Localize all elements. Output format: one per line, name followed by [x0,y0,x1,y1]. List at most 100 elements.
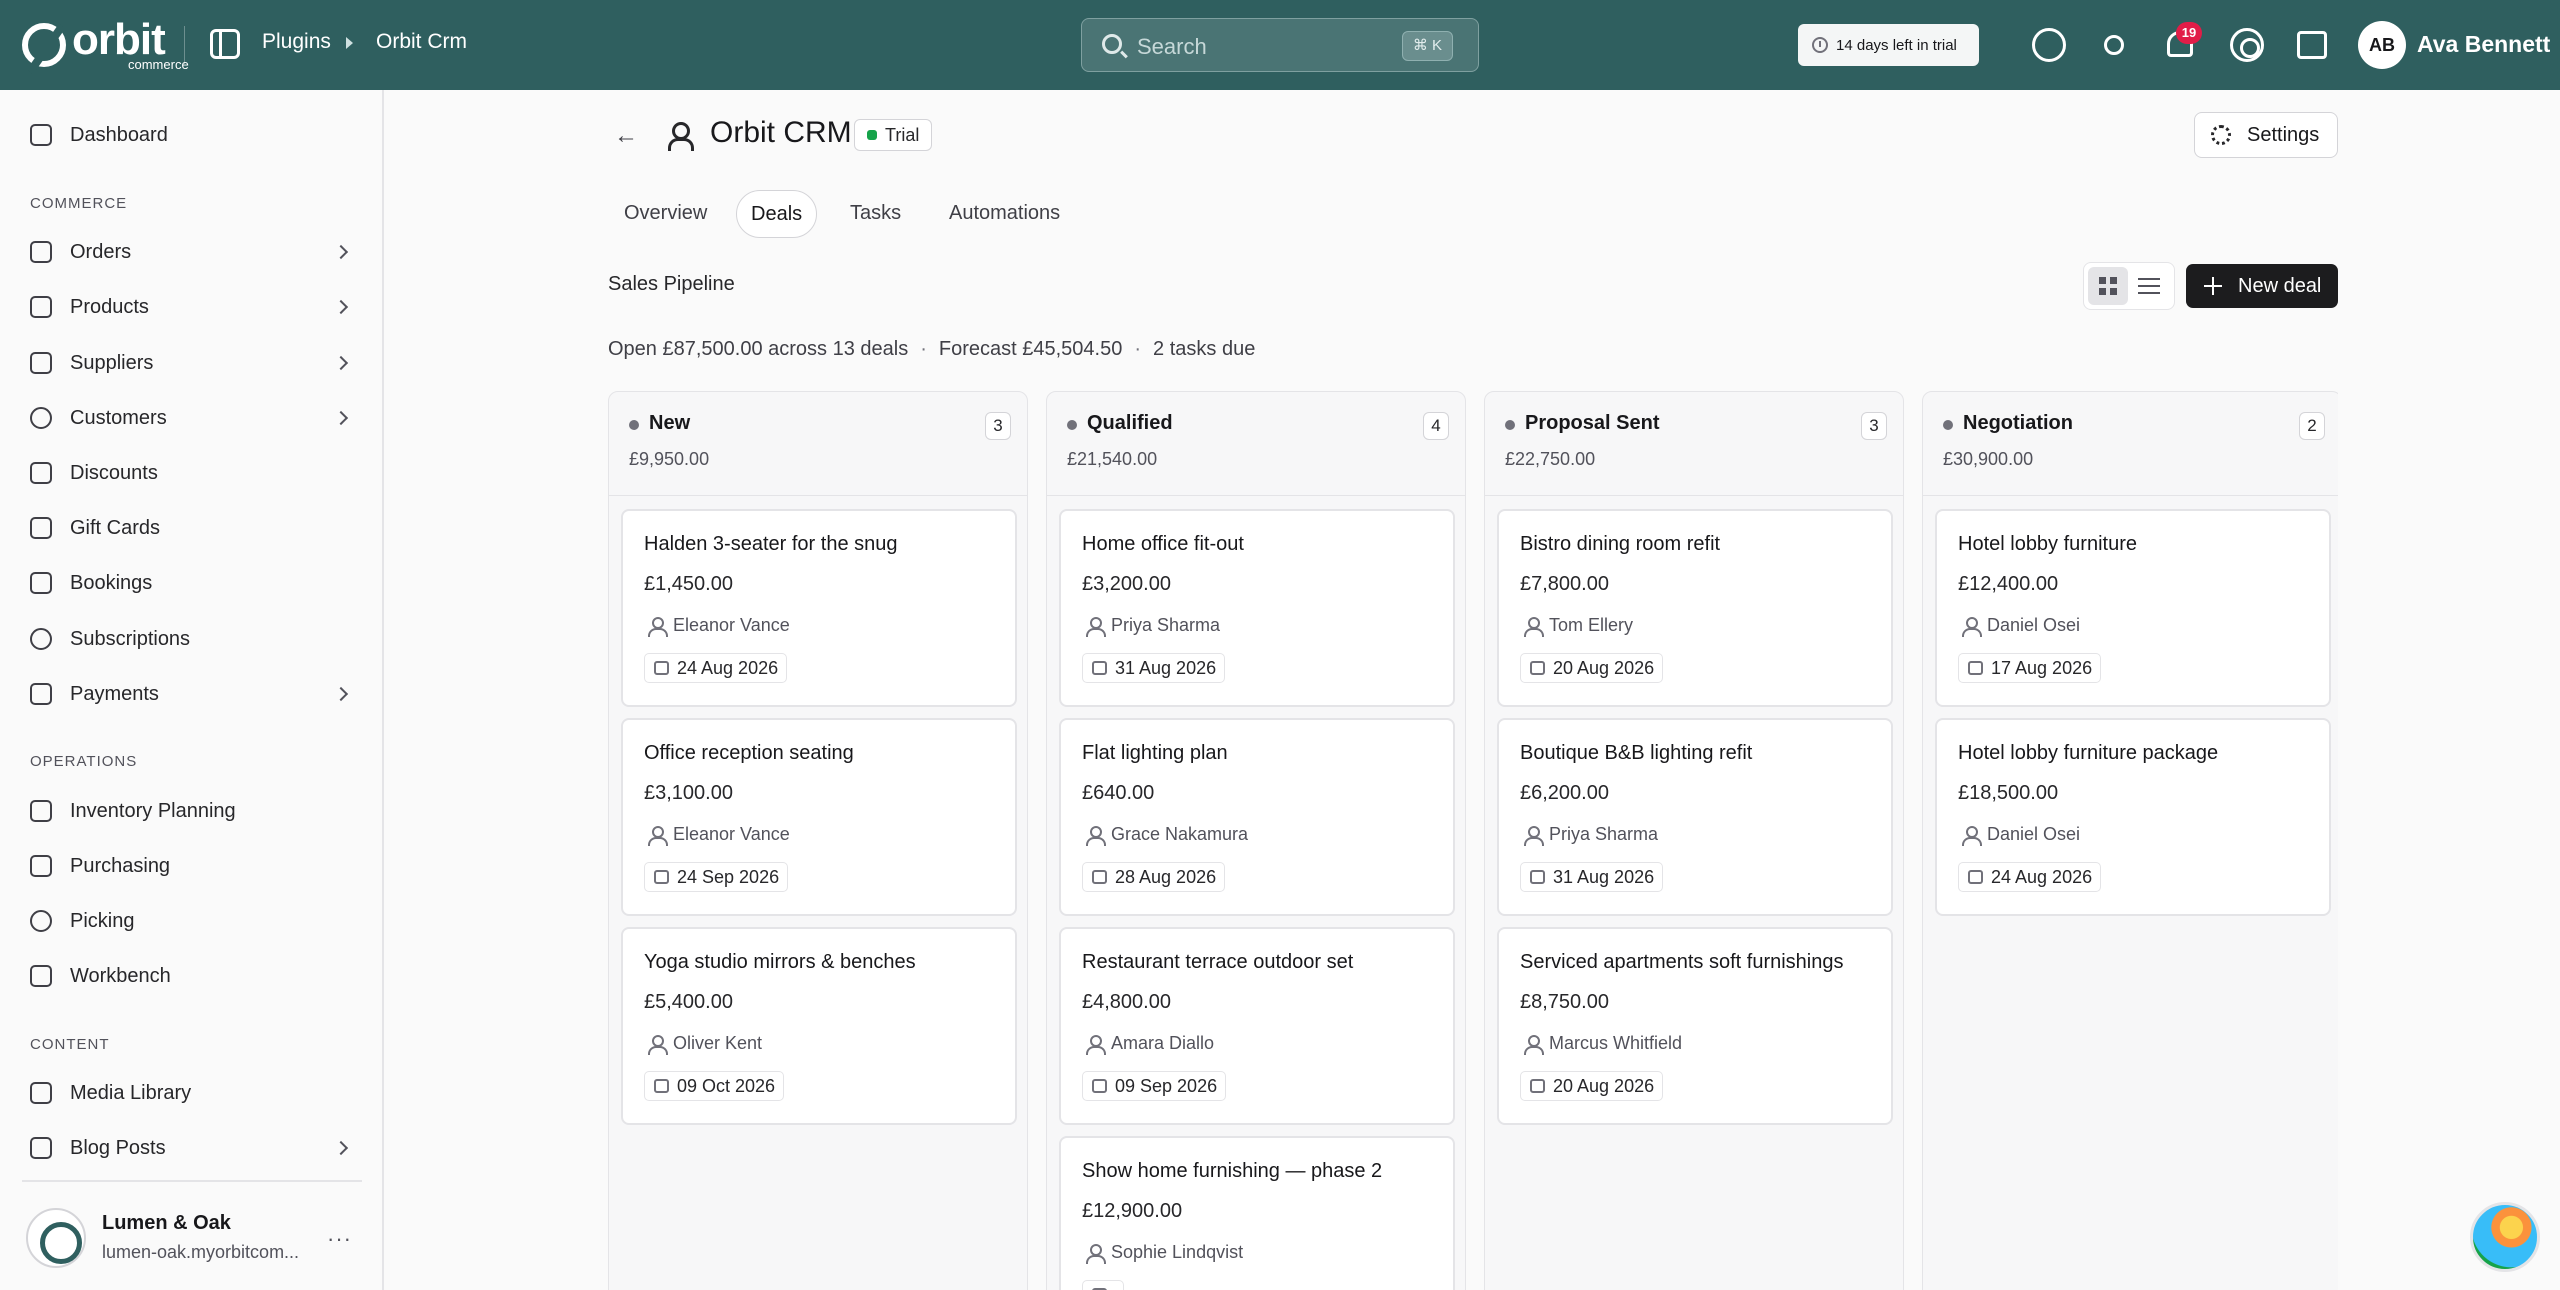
user-avatar[interactable]: AB [2358,21,2406,69]
sidebar-item-media-library[interactable]: Media Library [0,1069,384,1117]
back-arrow-icon[interactable]: ← [614,122,638,150]
products-icon [30,296,52,318]
calendar-icon [1530,661,1545,675]
search-input[interactable]: Search ⌘ K [1081,18,1479,72]
sidebar-item-inventory-planning[interactable]: Inventory Planning [0,787,384,835]
suppliers-icon [30,352,52,374]
sidebar-toggle-icon[interactable] [210,29,240,59]
board-view-icon[interactable] [2088,267,2128,305]
store-switcher[interactable]: Lumen & Oak lumen-oak.myorbitcom... ··· [22,1180,362,1290]
breadcrumb-orbit-crm[interactable]: Orbit Crm [376,30,467,54]
deal-date-text: 09 Oct 2026 [677,1076,776,1096]
users-icon [668,120,698,151]
deal-card[interactable]: Bistro dining room refit £7,800.00 Tom Ell… [1497,509,1893,707]
deal-date-text: 28 Aug 2026 [1115,867,1217,887]
deal-card[interactable]: Hotel lobby furniture £12,400.00 Daniel Os… [1935,509,2331,707]
breadcrumb-plugins[interactable]: Plugins [262,30,331,54]
calendar-icon [1530,1079,1545,1093]
sidebar-item-label: Dashboard [70,123,168,146]
deal-card[interactable]: Hotel lobby furniture package £18,500.00 D… [1935,718,2331,916]
column-name: Qualified [1087,412,1173,434]
store-logo-icon [26,1208,86,1268]
deal-card[interactable]: Halden 3-seater for the snug £1,450.00 Ele… [621,509,1017,707]
deal-card[interactable]: Restaurant terrace outdoor set £4,800.00 A… [1059,927,1455,1125]
deal-card[interactable]: Boutique B&B lighting refit £6,200.00 Priy… [1497,718,1893,916]
deal-owner: Oliver Kent [673,1033,763,1053]
deal-card[interactable]: Home office fit-out £3,200.00 Priya Sharma… [1059,509,1455,707]
calendar-icon [1968,870,1983,884]
deal-amount: £3,200.00 [1082,573,1171,595]
calendar-icon [654,1079,669,1093]
chevron-right-icon [333,299,349,315]
assistant-avatar-icon[interactable] [2470,1202,2540,1272]
help-icon[interactable] [2230,28,2264,62]
deal-card[interactable]: Yoga studio mirrors & benches £5,400.00 Ol… [621,927,1017,1125]
tab-overview[interactable]: Overview [610,190,721,238]
pin-icon [30,910,52,932]
summary-open: Open £87,500.00 across 13 deals [608,338,909,360]
page-title: Orbit CRM [710,116,852,149]
new-deal-label: New deal [2238,275,2322,297]
tab-automations[interactable]: Automations [935,190,1074,238]
deal-card[interactable]: Show home furnishing — phase 2 £12,900.00… [1059,1136,1455,1290]
deal-amount: £8,750.00 [1520,991,1609,1013]
trial-status-badge: Trial [854,119,933,151]
trial-notice[interactable]: 14 days left in trial [1798,24,1979,66]
deal-owner: Eleanor Vance [673,615,790,635]
deal-date-text: 31 Aug 2026 [1115,658,1217,678]
storefront-icon[interactable] [2297,31,2327,59]
sidebar-item-customers[interactable]: Customers [0,394,384,442]
sidebar-item-subscriptions[interactable]: Subscriptions [0,615,384,663]
theme-toggle-icon[interactable] [2104,35,2124,55]
column-total: £30,900.00 [1943,449,2034,469]
person-icon [648,826,668,846]
deal-card[interactable]: Flat lighting plan £640.00 Grace Nakamura 2… [1059,718,1455,916]
sidebar-item-payments[interactable]: Payments [0,670,384,718]
sidebar-item-workbench[interactable]: Workbench [0,952,384,1000]
dashboard-icon [30,124,52,146]
sidebar-item-orders[interactable]: Orders [0,228,384,276]
sidebar-item-label: Customers [70,406,167,429]
person-icon [1962,826,1982,846]
sidebar-item-purchasing[interactable]: Purchasing [0,842,384,890]
chevron-right-icon [333,1140,349,1156]
section-title: Sales Pipeline [608,273,735,295]
sidebar-item-suppliers[interactable]: Suppliers [0,339,384,387]
deal-date: 20 Aug 2026 [1520,1071,1664,1101]
sidebar: Dashboard COMMERCE Orders Products Suppl… [0,90,384,1290]
deal-card[interactable]: Serviced apartments soft furnishings £8,7… [1497,927,1893,1125]
deal-owner: Eleanor Vance [673,824,790,844]
sidebar-item-dashboard[interactable]: Dashboard [0,111,384,159]
new-deal-button[interactable]: New deal [2186,264,2338,308]
column-total: £9,950.00 [629,449,710,469]
sidebar-item-picking[interactable]: Picking [0,897,384,945]
tab-deals[interactable]: Deals [736,190,818,238]
tab-tasks[interactable]: Tasks [836,190,915,238]
more-options-icon[interactable]: ··· [327,1226,352,1252]
search-placeholder: Search [1137,34,1207,59]
view-toggle [2083,262,2175,310]
info-icon[interactable] [2032,28,2066,62]
brand-logo[interactable]: orbit commerce [22,18,189,71]
user-name[interactable]: Ava Bennett [2417,31,2550,58]
sidebar-item-gift-cards[interactable]: Gift Cards [0,504,384,552]
sidebar-item-label: Picking [70,909,135,932]
calendar-icon [1092,1079,1107,1093]
clock-icon [1812,37,1828,53]
notification-count-badge: 19 [2176,22,2202,44]
deal-card[interactable]: Office reception seating £3,100.00 Eleanor… [621,718,1017,916]
sidebar-item-discounts[interactable]: Discounts [0,449,384,497]
sidebar-item-bookings[interactable]: Bookings [0,559,384,607]
settings-button[interactable]: Settings [2194,112,2338,158]
pipeline-column: Qualified £21,540.00 4 Home office fit-out £… [1046,391,1466,1290]
deal-date: 09 Sep 2026 [1082,1071,1227,1101]
sidebar-item-label: Inventory Planning [70,799,236,822]
column-total: £22,750.00 [1505,449,1596,469]
list-view-icon[interactable] [2138,278,2160,294]
deal-amount: £6,200.00 [1520,782,1609,804]
sidebar-item-blog-posts[interactable]: Blog Posts [0,1124,384,1172]
person-icon [1086,1035,1106,1055]
summary-separator: · [1134,338,1142,360]
sidebar-section-operations: OPERATIONS [30,753,138,770]
sidebar-item-products[interactable]: Products [0,283,384,331]
